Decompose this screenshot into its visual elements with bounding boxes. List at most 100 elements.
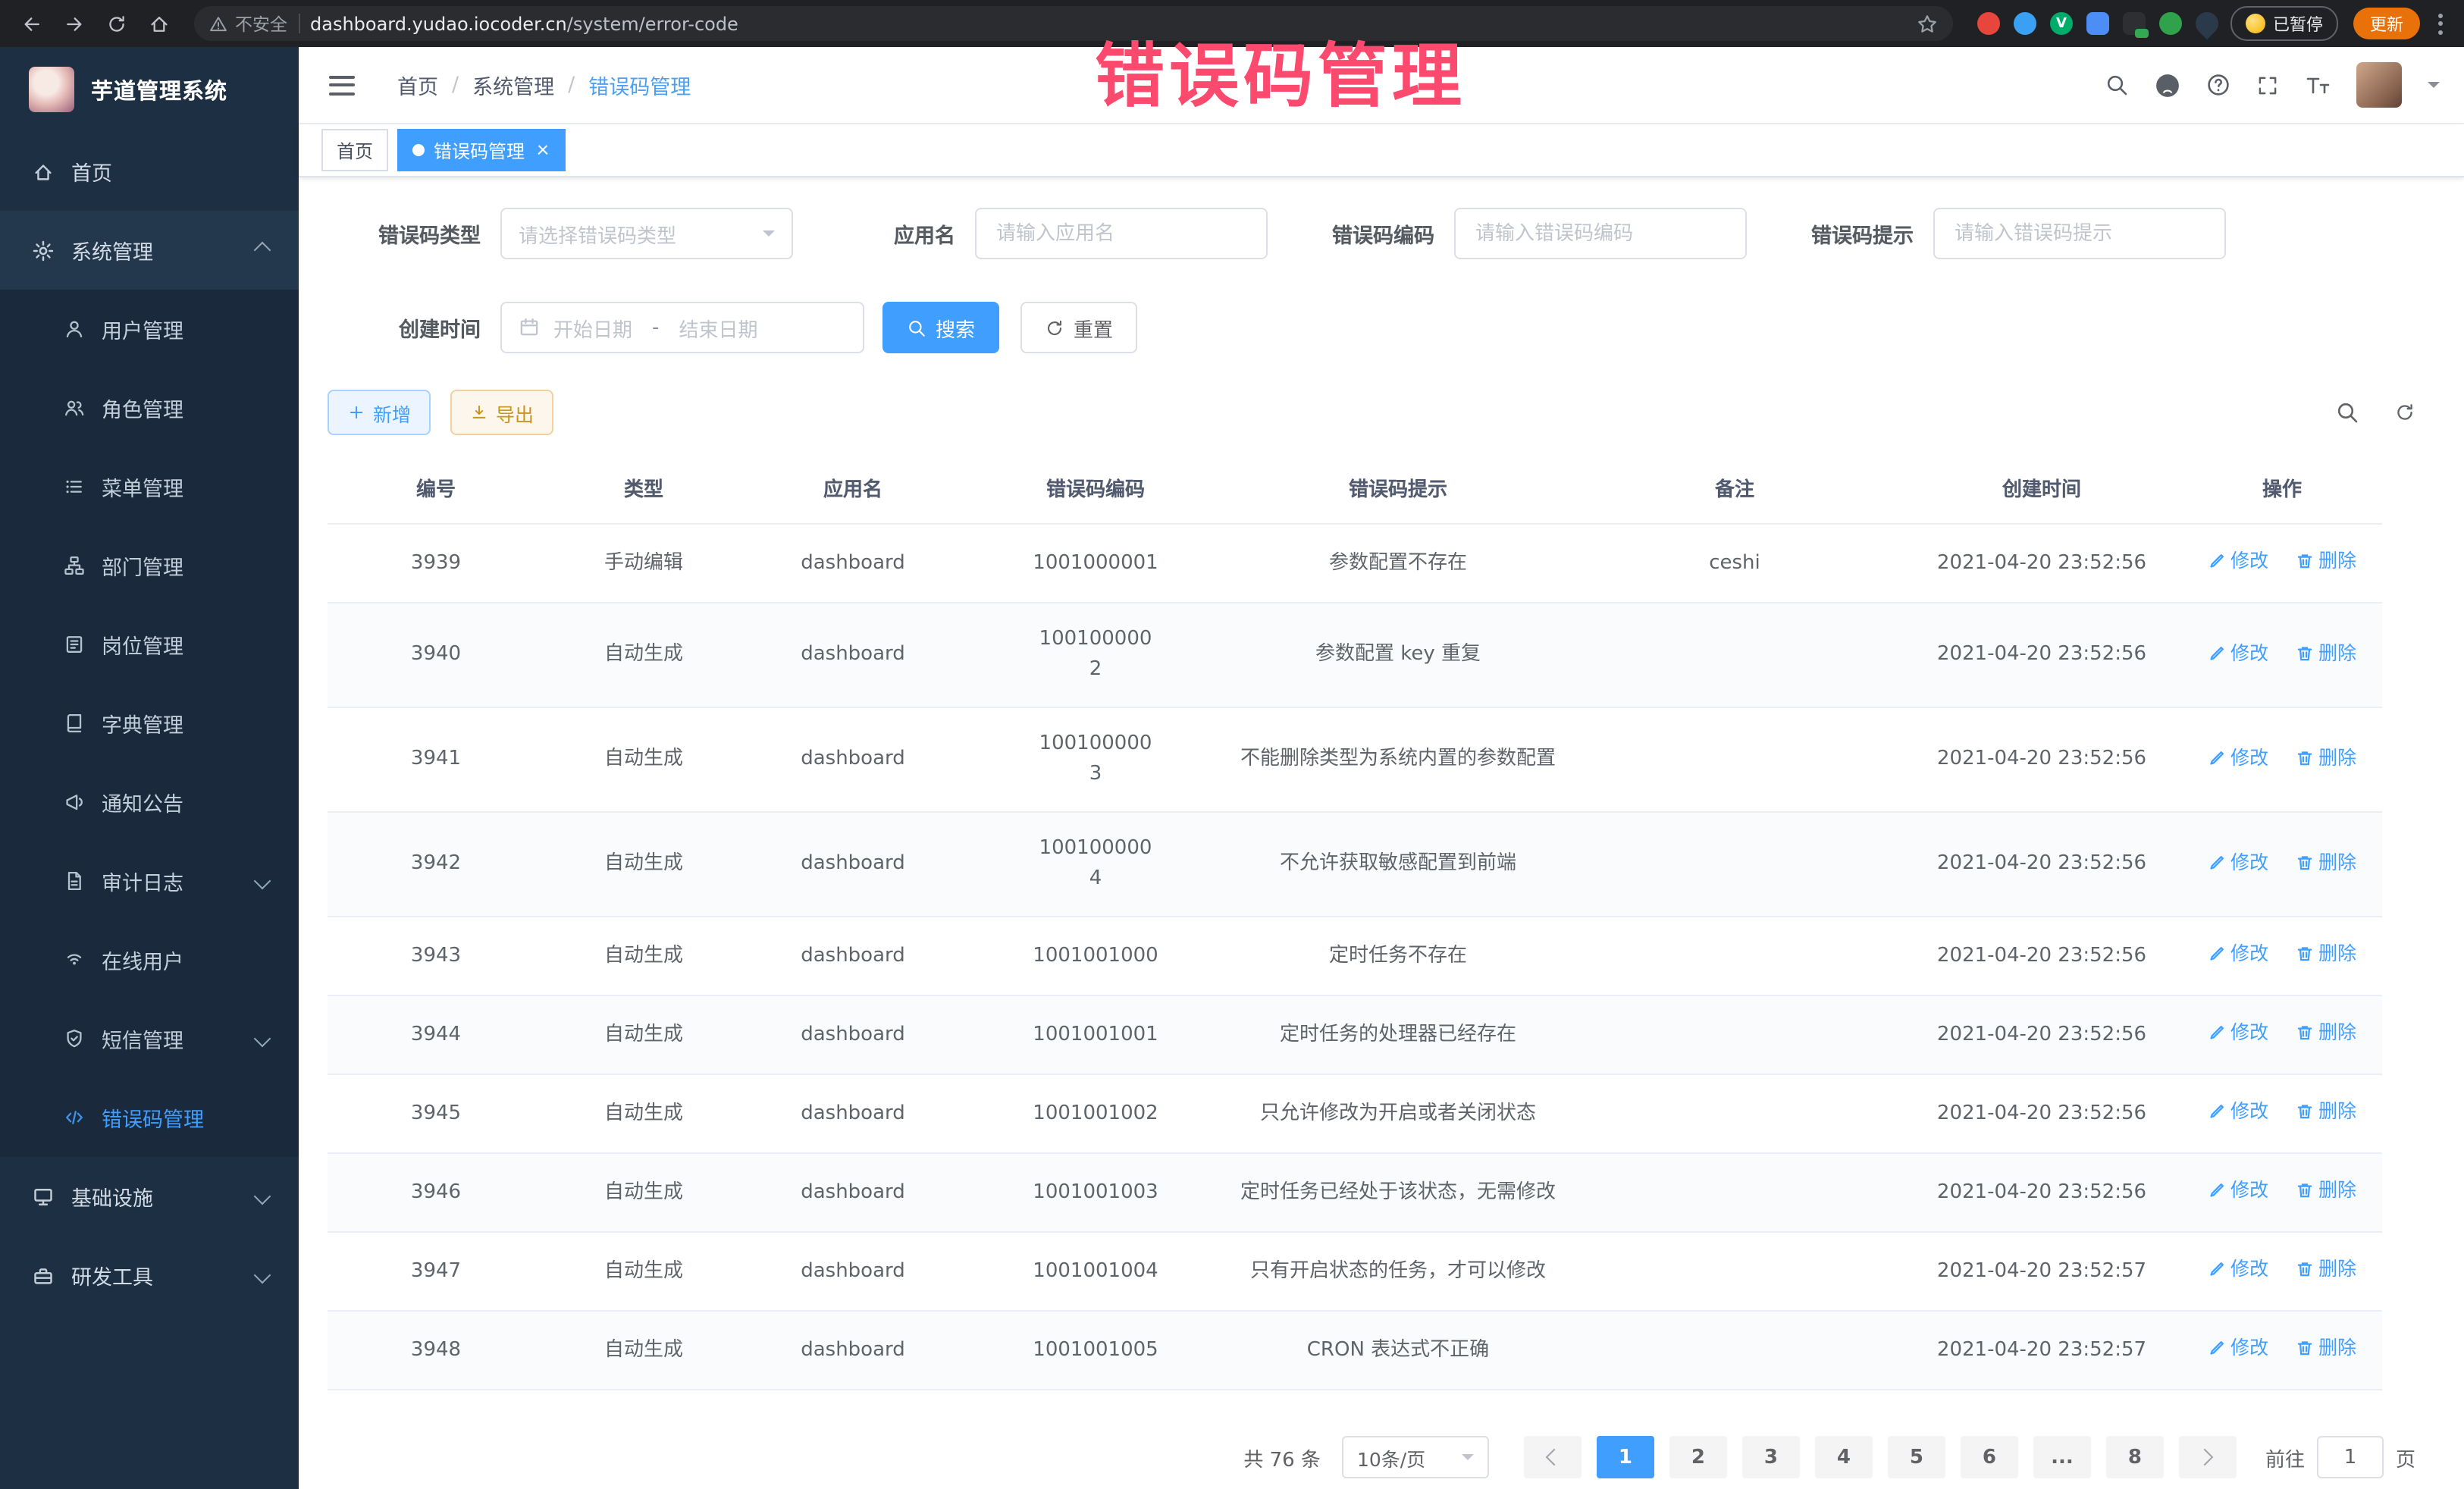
sidebar-item-online-signal[interactable]: 在线用户 bbox=[0, 920, 299, 999]
delete-row-button[interactable]: 删除 bbox=[2296, 847, 2356, 877]
page-button-5[interactable]: 5 bbox=[1888, 1436, 1945, 1478]
browser-forward-icon[interactable] bbox=[55, 4, 94, 43]
cell-id: 3945 bbox=[328, 1074, 544, 1153]
edit-row-button[interactable]: 修改 bbox=[2208, 546, 2268, 576]
edit-row-button[interactable]: 修改 bbox=[2208, 1017, 2268, 1048]
delete-row-button[interactable]: 删除 bbox=[2296, 546, 2356, 576]
prev-page-button[interactable] bbox=[1524, 1436, 1582, 1478]
sidebar-item-id-badge[interactable]: 岗位管理 bbox=[0, 605, 299, 684]
edit-row-button[interactable]: 修改 bbox=[2208, 939, 2268, 969]
bookmark-star-icon[interactable] bbox=[1917, 13, 1938, 34]
edit-row-button[interactable]: 修改 bbox=[2208, 742, 2268, 773]
browser-home-icon[interactable] bbox=[140, 4, 179, 43]
delete-row-button[interactable]: 删除 bbox=[2296, 742, 2356, 773]
toggle-search-icon[interactable] bbox=[2335, 400, 2359, 425]
paused-chip[interactable]: 已暂停 bbox=[2230, 6, 2338, 41]
delete-row-button[interactable]: 删除 bbox=[2296, 1017, 2356, 1048]
sidebar-toggle-icon[interactable] bbox=[323, 69, 361, 101]
browser-menu-icon[interactable] bbox=[2438, 13, 2443, 34]
sidebar-item-users[interactable]: 角色管理 bbox=[0, 368, 299, 447]
delete-row-button[interactable]: 删除 bbox=[2296, 939, 2356, 969]
help-icon[interactable] bbox=[2206, 73, 2230, 97]
sidebar-item-megaphone[interactable]: 通知公告 bbox=[0, 763, 299, 842]
date-range-picker[interactable]: 开始日期 - 结束日期 bbox=[500, 302, 864, 353]
security-indicator[interactable]: 不安全 bbox=[209, 11, 287, 36]
refresh-table-icon[interactable] bbox=[2394, 402, 2415, 423]
error-code-input[interactable] bbox=[1472, 221, 1729, 246]
page-size-select[interactable]: 10条/页 bbox=[1342, 1436, 1489, 1478]
github-icon[interactable] bbox=[2155, 72, 2180, 98]
ext-icon-1[interactable] bbox=[1977, 12, 2000, 35]
sidebar-item-dictionary[interactable]: 字典管理 bbox=[0, 684, 299, 763]
page-button-2[interactable]: 2 bbox=[1669, 1436, 1727, 1478]
delete-row-button[interactable]: 删除 bbox=[2296, 1254, 2356, 1284]
page-button-6[interactable]: 6 bbox=[1961, 1436, 2018, 1478]
sidebar-item-gear[interactable]: 系统管理 bbox=[0, 211, 299, 290]
search-icon[interactable] bbox=[2105, 73, 2129, 97]
browser-update-button[interactable]: 更新 bbox=[2353, 8, 2420, 39]
sidebar-item-shield[interactable]: 短信管理 bbox=[0, 999, 299, 1078]
edit-row-button[interactable]: 修改 bbox=[2208, 1333, 2268, 1363]
app-logo[interactable]: 芋道管理系统 bbox=[0, 47, 299, 132]
error-msg-input[interactable] bbox=[1951, 221, 2208, 246]
browser-reload-icon[interactable] bbox=[97, 4, 136, 43]
sidebar-item-dashboard[interactable]: 首页 bbox=[0, 132, 299, 211]
fullscreen-icon[interactable] bbox=[2256, 74, 2279, 96]
ext-icon-7[interactable] bbox=[2191, 8, 2223, 39]
delete-row-button[interactable]: 删除 bbox=[2296, 1175, 2356, 1205]
search-button[interactable]: 搜索 bbox=[882, 302, 999, 353]
calendar-icon bbox=[519, 317, 540, 338]
cell-message: 参数配置 key 重复 bbox=[1228, 603, 1568, 707]
address-bar[interactable]: 不安全 dashboard.yudao.iocoder.cn/system/er… bbox=[194, 6, 1953, 41]
export-button[interactable]: 导出 bbox=[450, 390, 553, 435]
edit-row-button[interactable]: 修改 bbox=[2208, 1254, 2268, 1284]
tags-view-bar: 首页 错误码管理 bbox=[299, 124, 2464, 177]
error-msg-field[interactable] bbox=[1933, 208, 2226, 259]
edit-row-button[interactable]: 修改 bbox=[2208, 1096, 2268, 1127]
ext-icon-3[interactable] bbox=[2050, 12, 2073, 35]
table-row: 3939手动编辑dashboard1001000001参数配置不存在ceshi2… bbox=[328, 524, 2382, 603]
add-button[interactable]: 新增 bbox=[328, 390, 431, 435]
tab-error-code[interactable]: 错误码管理 bbox=[397, 129, 566, 171]
page-button-4[interactable]: 4 bbox=[1815, 1436, 1873, 1478]
page-ellipsis[interactable]: ... bbox=[2033, 1436, 2091, 1478]
sidebar-item-infrastructure[interactable]: 基础设施 bbox=[0, 1157, 299, 1236]
delete-row-button[interactable]: 删除 bbox=[2296, 1096, 2356, 1127]
cell-remark: ceshi bbox=[1568, 524, 1901, 603]
chevron-down-icon[interactable] bbox=[2428, 82, 2440, 94]
error-code-field[interactable] bbox=[1454, 208, 1747, 259]
sidebar-item-user[interactable]: 用户管理 bbox=[0, 290, 299, 368]
delete-row-button[interactable]: 删除 bbox=[2296, 1333, 2356, 1363]
tab-home[interactable]: 首页 bbox=[321, 129, 388, 171]
ext-icon-6[interactable] bbox=[2159, 12, 2182, 35]
page-button-1[interactable]: 1 bbox=[1597, 1436, 1654, 1478]
breadcrumb-home[interactable]: 首页 bbox=[397, 70, 438, 100]
app-name-field[interactable] bbox=[975, 208, 1268, 259]
sidebar-item-org-tree[interactable]: 部门管理 bbox=[0, 526, 299, 605]
breadcrumb-system[interactable]: 系统管理 bbox=[472, 70, 554, 100]
sidebar-item-dev-tools[interactable]: 研发工具 bbox=[0, 1236, 299, 1315]
trash-icon bbox=[2296, 1260, 2314, 1278]
ext-icon-4[interactable] bbox=[2086, 12, 2109, 35]
error-type-select[interactable]: 请选择错误码类型 bbox=[500, 208, 793, 259]
edit-row-button[interactable]: 修改 bbox=[2208, 847, 2268, 877]
ext-icon-2[interactable] bbox=[2014, 12, 2036, 35]
ext-icon-5[interactable] bbox=[2123, 12, 2146, 35]
next-page-button[interactable] bbox=[2179, 1436, 2237, 1478]
sidebar-item-menu-list[interactable]: 菜单管理 bbox=[0, 447, 299, 526]
font-size-icon[interactable] bbox=[2305, 74, 2331, 96]
edit-row-button[interactable]: 修改 bbox=[2208, 638, 2268, 668]
page-button-3[interactable]: 3 bbox=[1742, 1436, 1800, 1478]
export-button-label: 导出 bbox=[496, 398, 534, 427]
sidebar-item-code[interactable]: 错误码管理 bbox=[0, 1078, 299, 1157]
edit-row-button[interactable]: 修改 bbox=[2208, 1175, 2268, 1205]
close-icon[interactable] bbox=[534, 142, 550, 158]
reset-button[interactable]: 重置 bbox=[1020, 302, 1137, 353]
delete-row-button[interactable]: 删除 bbox=[2296, 638, 2356, 668]
sidebar-item-log-file[interactable]: 审计日志 bbox=[0, 842, 299, 920]
browser-back-icon[interactable] bbox=[12, 4, 52, 43]
app-name-input[interactable] bbox=[993, 221, 1249, 246]
goto-page-input[interactable] bbox=[2317, 1436, 2384, 1478]
avatar[interactable] bbox=[2356, 62, 2402, 108]
page-button-8[interactable]: 8 bbox=[2106, 1436, 2164, 1478]
